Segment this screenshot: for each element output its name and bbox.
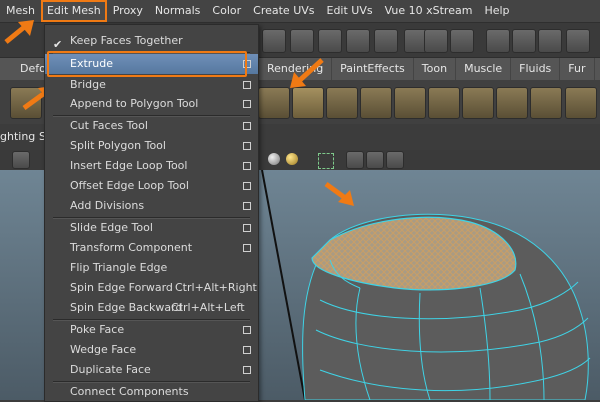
shelf-tool-icon[interactable] <box>258 87 290 119</box>
menu-item-label: Poke Face <box>70 323 125 336</box>
menu-item-label: Wedge Face <box>70 343 137 356</box>
camera-icon[interactable] <box>12 151 30 169</box>
shortcut-label: Ctrl+Alt+Left <box>171 301 245 314</box>
snap-point-icon[interactable] <box>346 29 370 53</box>
shelf-tool-icon[interactable] <box>565 87 597 119</box>
menu-normals[interactable]: Normals <box>149 0 207 22</box>
menu-item-label: Spin Edge Forward <box>70 281 173 294</box>
tab-fluids[interactable]: Fluids <box>511 58 561 80</box>
menu-item-add-divisions[interactable]: Add Divisions <box>45 196 258 216</box>
menu-item-spin-edge-backward[interactable]: Spin Edge Backward Ctrl+Alt+Left <box>45 298 258 318</box>
render-frame-icon[interactable] <box>512 29 536 53</box>
menu-item-bridge[interactable]: Bridge <box>45 75 258 95</box>
menu-color[interactable]: Color <box>206 0 247 22</box>
shelf-tool-icon[interactable] <box>326 87 358 119</box>
shelf-tool-icon[interactable] <box>462 87 494 119</box>
tab-fur[interactable]: Fur <box>560 58 595 80</box>
tab-painteffects[interactable]: PaintEffects <box>332 58 414 80</box>
menu-item-label: Slide Edge Tool <box>70 221 153 234</box>
menu-item-label: Transform Component <box>70 241 193 254</box>
ipr-render-icon[interactable] <box>538 29 562 53</box>
menu-item-label: Add Divisions <box>70 199 145 212</box>
menu-item-append-polygon[interactable]: Append to Polygon Tool <box>45 94 258 114</box>
render-view-icon[interactable] <box>486 29 510 53</box>
menu-item-split-polygon[interactable]: Split Polygon Tool <box>45 136 258 156</box>
menu-item-keep-faces-together[interactable]: ✔ Keep Faces Together <box>45 31 258 51</box>
tab-toon[interactable]: Toon <box>414 58 457 80</box>
menu-help[interactable]: Help <box>478 0 515 22</box>
menu-item-offset-edge-loop[interactable]: Offset Edge Loop Tool <box>45 176 258 196</box>
option-box-icon[interactable] <box>243 224 251 232</box>
option-box-icon[interactable] <box>243 326 251 334</box>
menu-item-flip-triangle-edge[interactable]: Flip Triangle Edge <box>45 258 258 278</box>
edit-mesh-menu: ✔ Keep Faces Together Extrude Bridge App… <box>44 24 259 402</box>
menu-item-label: Append to Polygon Tool <box>70 97 199 110</box>
shelf-tool-icon[interactable] <box>496 87 528 119</box>
textured-sphere-icon[interactable] <box>286 153 298 165</box>
option-box-icon[interactable] <box>243 244 251 252</box>
menu-item-duplicate-face[interactable]: Duplicate Face <box>45 360 258 380</box>
menu-item-label: Bridge <box>70 78 106 91</box>
menu-item-cut-faces[interactable]: Cut Faces Tool <box>45 116 258 136</box>
xray-icon[interactable] <box>346 151 364 169</box>
menu-item-spin-edge-forward[interactable]: Spin Edge Forward Ctrl+Alt+Right <box>45 278 258 298</box>
option-box-icon[interactable] <box>243 142 251 150</box>
tab-muscle[interactable]: Muscle <box>456 58 512 80</box>
option-box-icon[interactable] <box>243 100 251 108</box>
lasso-select-icon[interactable] <box>262 29 286 53</box>
option-box-icon[interactable] <box>243 366 251 374</box>
option-box-icon[interactable] <box>243 162 251 170</box>
shelf-tool-icon[interactable] <box>360 87 392 119</box>
menu-item-label: Duplicate Face <box>70 363 151 376</box>
option-box-icon[interactable] <box>243 182 251 190</box>
menu-edit-mesh[interactable]: Edit Mesh <box>40 0 107 22</box>
magnet-icon[interactable] <box>374 29 398 53</box>
option-box-icon[interactable] <box>243 346 251 354</box>
isolate-select-icon[interactable] <box>318 153 334 169</box>
menu-item-label: Spin Edge Backward <box>70 301 183 314</box>
menu-item-label: Insert Edge Loop Tool <box>70 159 188 172</box>
menu-proxy[interactable]: Proxy <box>107 0 149 22</box>
menu-item-label: Connect Components <box>70 385 189 398</box>
menu-item-transform-component[interactable]: Transform Component <box>45 238 258 258</box>
wireframe-icon[interactable] <box>366 151 384 169</box>
menu-item-insert-edge-loop[interactable]: Insert Edge Loop Tool <box>45 156 258 176</box>
menu-item-poke-face[interactable]: Poke Face <box>45 320 258 340</box>
menu-item-label: Flip Triangle Edge <box>70 261 168 274</box>
menu-item-connect-components[interactable]: Connect Components <box>45 382 258 402</box>
menu-vue-xstream[interactable]: Vue 10 xStream <box>379 0 479 22</box>
extrude-highlight-frame <box>47 51 247 77</box>
menu-item-slide-edge[interactable]: Slide Edge Tool <box>45 218 258 238</box>
menu-create-uvs[interactable]: Create UVs <box>247 0 320 22</box>
shelf-tool-icon[interactable] <box>428 87 460 119</box>
shortcut-label: Ctrl+Alt+Right <box>175 281 257 294</box>
attribute-editor-icon[interactable] <box>450 29 474 53</box>
snap-curve-icon[interactable] <box>318 29 342 53</box>
menu-edit-uvs[interactable]: Edit UVs <box>321 0 379 22</box>
panel-lighting-menu[interactable]: ghting <box>0 130 35 143</box>
menu-item-label: Keep Faces Together <box>70 34 183 47</box>
shelf-tool-icon[interactable] <box>530 87 562 119</box>
render-icon[interactable] <box>424 29 448 53</box>
menu-item-label: Split Polygon Tool <box>70 139 166 152</box>
menu-item-wedge-face[interactable]: Wedge Face <box>45 340 258 360</box>
menu-item-label: Offset Edge Loop Tool <box>70 179 189 192</box>
lighting-sphere-icon[interactable] <box>268 153 280 165</box>
menu-bar: Mesh Edit Mesh Proxy Normals Color Creat… <box>0 0 600 23</box>
option-box-icon[interactable] <box>243 202 251 210</box>
share-icon[interactable] <box>386 151 404 169</box>
render-settings-icon[interactable] <box>566 29 590 53</box>
arrow-annotation-icon <box>290 58 324 88</box>
arrow-annotation-icon <box>4 20 34 44</box>
option-box-icon[interactable] <box>243 122 251 130</box>
option-box-icon[interactable] <box>243 81 251 89</box>
arrow-annotation-icon <box>324 181 354 206</box>
paint-select-icon[interactable] <box>290 29 314 53</box>
shelf-tool-icon[interactable] <box>394 87 426 119</box>
menu-item-label: Cut Faces Tool <box>70 119 148 132</box>
